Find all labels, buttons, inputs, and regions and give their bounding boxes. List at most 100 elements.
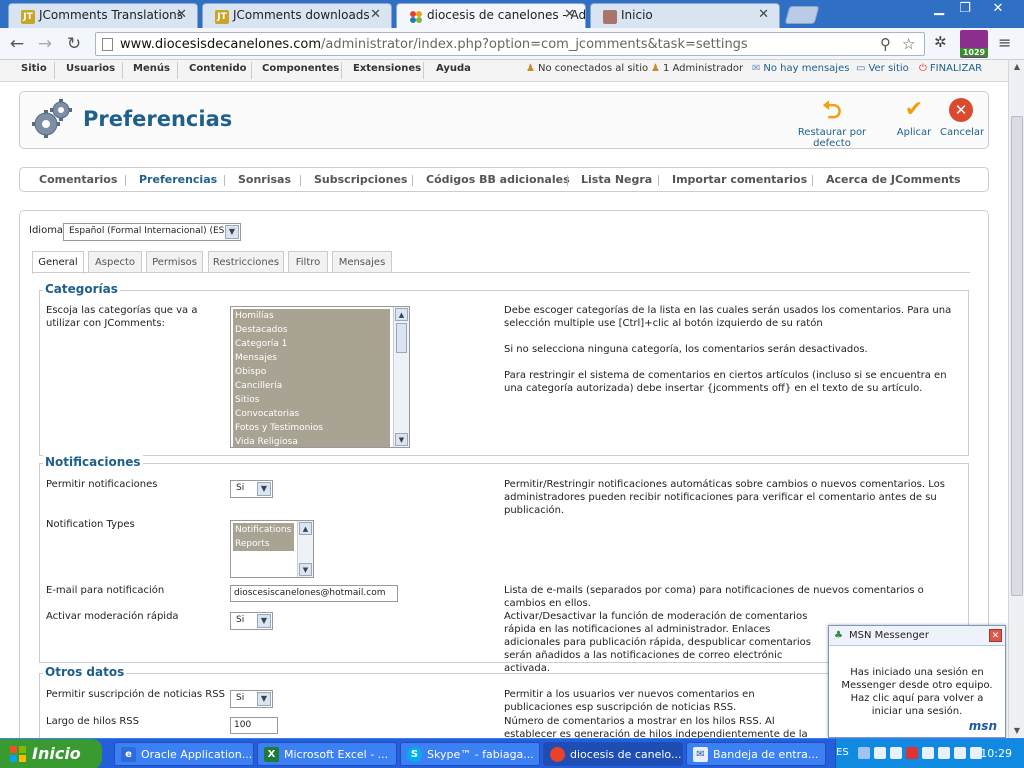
forward-arrow-icon[interactable]: → xyxy=(34,33,56,55)
listbox-scrollbar[interactable]: ▲ ▼ xyxy=(393,307,409,447)
list-item[interactable]: Sitios xyxy=(233,393,390,407)
task-skype[interactable]: S Skype™ - fabiaga... xyxy=(400,742,540,766)
maximize-icon[interactable]: ❐ xyxy=(952,0,978,18)
tab-restricciones[interactable]: Restricciones xyxy=(208,251,284,273)
close-icon[interactable]: ✕ xyxy=(989,629,1002,642)
submenu-importar-comentarios[interactable]: Importar comentarios xyxy=(672,173,807,186)
reload-icon[interactable]: ↻ xyxy=(63,33,85,55)
tab-general[interactable]: General xyxy=(32,251,84,274)
language-select[interactable]: Español (Formal Internacional) (ES) ▼ xyxy=(63,223,241,241)
notification-types-listbox[interactable]: Notifications Reports ▲ ▼ xyxy=(230,520,314,578)
language-indicator[interactable]: ES xyxy=(836,747,849,758)
allow-notifications-select[interactable]: Si ▼ xyxy=(230,480,273,498)
tab-close-icon[interactable]: ✕ xyxy=(370,7,381,22)
submenu-sonrisas[interactable]: Sonrisas xyxy=(238,173,291,186)
tab-mensajes[interactable]: Mensajes xyxy=(332,251,392,273)
browser-tab-inicio[interactable]: Inicio ✕ xyxy=(590,3,780,28)
extension-icon[interactable]: ✲ xyxy=(934,33,947,51)
search-icon[interactable]: ⚲ xyxy=(880,35,891,53)
list-item[interactable]: Reports xyxy=(233,537,294,551)
list-item[interactable]: Convocatorias xyxy=(233,407,390,421)
browser-tab-jcomments-downloads[interactable]: JT JComments downloads ✕ xyxy=(202,3,392,28)
tray-icon[interactable] xyxy=(890,747,902,759)
list-item[interactable]: Fotos y Testimonios xyxy=(233,421,390,435)
list-item[interactable]: Notifications xyxy=(233,523,294,537)
admin-menu-usuarios[interactable]: Usuarios xyxy=(66,63,115,74)
status-messages[interactable]: ✉ No hay mensajes xyxy=(752,63,849,74)
apply-button[interactable]: ✔ Aplicar xyxy=(894,97,934,139)
tray-arrow-icon[interactable] xyxy=(858,747,870,759)
admin-menu-sitio[interactable]: Sitio xyxy=(21,63,47,74)
scroll-down-icon[interactable]: ▼ xyxy=(1009,724,1024,738)
scroll-down-icon[interactable]: ▼ xyxy=(395,433,408,446)
scroll-thumb[interactable] xyxy=(1011,116,1023,596)
admin-menu-extensiones[interactable]: Extensiones xyxy=(353,63,421,74)
list-item[interactable]: Obispo xyxy=(233,365,390,379)
list-item[interactable]: Cancillería xyxy=(233,379,390,393)
tray-icon[interactable] xyxy=(874,747,886,759)
admin-menu-ayuda[interactable]: Ayuda xyxy=(436,63,471,74)
browser-tab-diocesis-admin[interactable]: diocesis de canelones - Admi ✕ xyxy=(396,3,586,28)
tab-permisos[interactable]: Permisos xyxy=(146,251,203,273)
cancel-button[interactable]: ✕ Cancelar xyxy=(940,98,984,138)
msn-message[interactable]: Has iniciado una sesión en Messenger des… xyxy=(835,666,999,718)
task-microsoft-excel[interactable]: X Microsoft Excel - ... xyxy=(257,742,397,766)
scroll-up-icon[interactable]: ▲ xyxy=(395,308,408,321)
scroll-up-icon[interactable]: ▲ xyxy=(1009,60,1024,74)
scroll-thumb[interactable] xyxy=(396,323,407,353)
page-scrollbar[interactable]: ▲ ▼ xyxy=(1008,60,1024,738)
admin-menu-menus[interactable]: Menús xyxy=(133,63,170,74)
task-chrome-diocesis[interactable]: diocesis de canelo... xyxy=(543,742,683,766)
tray-volume-icon[interactable] xyxy=(954,747,966,759)
bookmark-star-icon[interactable]: ☆ xyxy=(902,35,915,53)
tab-close-icon[interactable]: ✕ xyxy=(758,7,769,22)
tab-filtro[interactable]: Filtro xyxy=(288,251,328,273)
logout-link[interactable]: ⏻ FINALIZAR xyxy=(919,63,982,74)
checkmark-icon: ✔ xyxy=(904,97,924,122)
tray-icon[interactable] xyxy=(922,747,934,759)
tray-security-icon[interactable] xyxy=(906,747,918,759)
list-item[interactable]: Mensajes xyxy=(233,351,390,365)
address-bar[interactable]: www.diocesisdecanelones.com/administrato… xyxy=(95,32,925,56)
tray-network-icon[interactable] xyxy=(938,747,950,759)
rss-select[interactable]: Si ▼ xyxy=(230,690,273,708)
minimize-icon[interactable]: ▁ xyxy=(926,0,952,18)
task-oracle-application[interactable]: e Oracle Application... xyxy=(114,742,254,766)
browser-tab-jcomments-translations[interactable]: JT JComments Translations ✕ xyxy=(8,3,198,28)
tab-aspecto[interactable]: Aspecto xyxy=(88,251,142,273)
task-outlook-inbox[interactable]: ✉ Bandeja de entra... xyxy=(686,742,826,766)
extension-badge[interactable]: 1029 xyxy=(960,30,988,58)
menu-wrench-icon[interactable]: ≡ xyxy=(998,33,1011,52)
categories-listbox[interactable]: Homilías Destacados Categoría 1 Mensajes… xyxy=(230,306,410,448)
list-item[interactable]: Vida Religiosa xyxy=(233,435,390,447)
submenu-acerca-de[interactable]: Acerca de JComments xyxy=(826,173,961,186)
scroll-down-icon[interactable]: ▼ xyxy=(299,563,312,576)
submenu-lista-negra[interactable]: Lista Negra xyxy=(581,173,652,186)
notification-email-input[interactable]: dioscesiscanelones@hotmail.com xyxy=(230,585,398,602)
listbox-scrollbar[interactable]: ▲ ▼ xyxy=(297,521,313,577)
submenu-subscripciones[interactable]: Subscripciones xyxy=(314,173,407,186)
gears-icon xyxy=(32,99,72,138)
admin-menu-componentes[interactable]: Componentes xyxy=(262,63,339,74)
list-item[interactable]: Destacados xyxy=(233,323,390,337)
rss-length-input[interactable]: 100 xyxy=(230,717,278,734)
tab-close-icon[interactable]: ✕ xyxy=(176,7,187,22)
back-arrow-icon[interactable]: ← xyxy=(6,33,28,55)
quick-moderation-select[interactable]: Si ▼ xyxy=(230,612,273,630)
restore-defaults-button[interactable]: ⮌ Restaurar por defecto xyxy=(782,98,882,149)
submenu-comentarios[interactable]: Comentarios xyxy=(39,173,117,186)
scroll-up-icon[interactable]: ▲ xyxy=(299,522,312,535)
submenu-codigos-bb[interactable]: Códigos BB adicionales xyxy=(426,173,570,186)
list-item[interactable]: Homilías xyxy=(233,309,390,323)
msn-notification-popup[interactable]: ♣ MSN Messenger ✕ Has iniciado una sesió… xyxy=(828,625,1006,738)
tab-close-icon[interactable]: ✕ xyxy=(564,7,575,22)
window-close-icon[interactable]: ✕ xyxy=(982,0,1014,18)
start-button[interactable]: Inicio xyxy=(0,739,102,768)
view-site-link[interactable]: ▭ Ver sitio xyxy=(856,63,909,74)
submenu-preferencias[interactable]: Preferencias xyxy=(139,173,217,186)
new-tab-button[interactable] xyxy=(784,6,820,24)
browser-toolbar: ← → ↻ www.diocesisdecanelones.com/admini… xyxy=(0,28,1024,60)
skype-icon: S xyxy=(407,747,422,762)
admin-menu-contenido[interactable]: Contenido xyxy=(189,63,246,74)
list-item[interactable]: Categoría 1 xyxy=(233,337,390,351)
